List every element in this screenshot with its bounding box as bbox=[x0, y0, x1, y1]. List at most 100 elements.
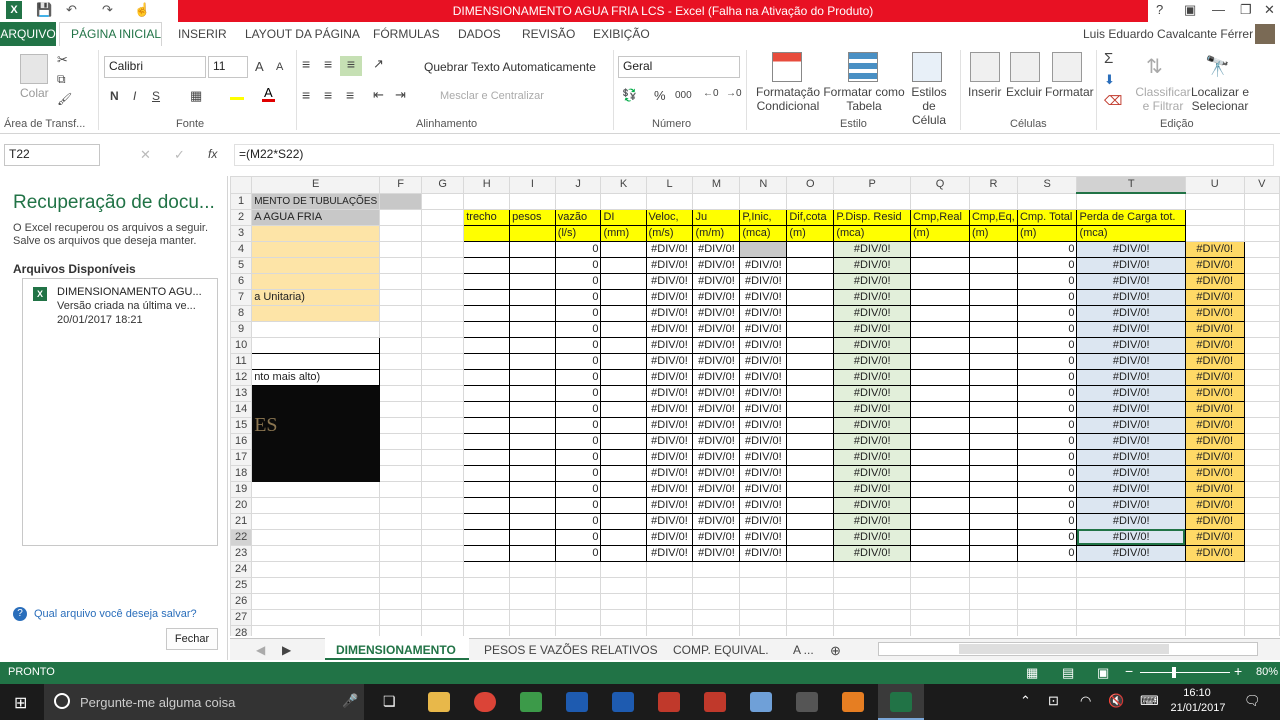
cell-f15[interactable] bbox=[379, 416, 423, 434]
cell-g26[interactable] bbox=[421, 592, 465, 610]
cell-u3[interactable] bbox=[1184, 224, 1245, 242]
cell-h19[interactable] bbox=[463, 480, 511, 498]
column-header-j[interactable]: J bbox=[554, 176, 602, 194]
cell-n28[interactable] bbox=[739, 624, 788, 636]
cell-n9[interactable]: #DIV/0! bbox=[739, 320, 788, 338]
normal-view-icon[interactable]: ▦ bbox=[1026, 665, 1038, 681]
column-header-v[interactable]: V bbox=[1243, 176, 1280, 194]
cell-t22[interactable]: #DIV/0! bbox=[1076, 528, 1186, 546]
cell-r7[interactable] bbox=[968, 288, 1018, 306]
cell-s18[interactable]: 0 bbox=[1016, 464, 1078, 482]
cell-q10[interactable] bbox=[910, 336, 970, 354]
cell-u2[interactable] bbox=[1184, 208, 1245, 226]
volume-icon[interactable]: 🔇 bbox=[1108, 693, 1124, 709]
cell-q12[interactable] bbox=[910, 368, 970, 386]
cell-p12[interactable]: #DIV/0! bbox=[833, 368, 912, 386]
column-header-p[interactable]: P bbox=[833, 176, 912, 194]
cell-g9[interactable] bbox=[421, 320, 465, 338]
tab-insert[interactable]: INSERIR bbox=[178, 27, 227, 41]
cell-v6[interactable] bbox=[1243, 272, 1280, 290]
cell-g1[interactable] bbox=[421, 192, 465, 210]
cell-o8[interactable] bbox=[786, 304, 835, 322]
cell-t9[interactable]: #DIV/0! bbox=[1076, 320, 1186, 338]
sheet-tab-more[interactable]: A ... bbox=[793, 643, 814, 657]
cell-e5[interactable] bbox=[251, 256, 381, 274]
cell-q19[interactable] bbox=[910, 480, 970, 498]
cell-i28[interactable] bbox=[509, 624, 556, 636]
cell-r12[interactable] bbox=[968, 368, 1018, 386]
tab-page-layout[interactable]: LAYOUT DA PÁGINA bbox=[245, 27, 360, 41]
worksheet-grid[interactable]: E F G H I J K L M N O P Q R S T U V 1 MENTO DE TUBULAÇÕES 2 A… bbox=[230, 176, 1280, 636]
cell-r22[interactable] bbox=[968, 528, 1018, 546]
cell-r23[interactable] bbox=[968, 544, 1018, 562]
cell-u19[interactable]: #DIV/0! bbox=[1184, 480, 1245, 498]
cell-v25[interactable] bbox=[1243, 576, 1280, 594]
cell-h11[interactable] bbox=[463, 352, 511, 370]
cell-s9[interactable]: 0 bbox=[1016, 320, 1078, 338]
cell-o5[interactable] bbox=[786, 256, 835, 274]
cell-r14[interactable] bbox=[968, 400, 1018, 418]
cell-n14[interactable]: #DIV/0! bbox=[739, 400, 788, 418]
redo-icon[interactable]: ↷ bbox=[102, 2, 113, 18]
cell-h17[interactable] bbox=[463, 448, 511, 466]
wifi-icon[interactable]: ◠ bbox=[1080, 693, 1091, 709]
cell-k19[interactable] bbox=[600, 480, 647, 498]
cell-q18[interactable] bbox=[910, 464, 970, 482]
cell-k17[interactable] bbox=[600, 448, 647, 466]
cell-j8[interactable]: 0 bbox=[554, 304, 602, 322]
cell-e7[interactable]: a Unitaria) bbox=[251, 288, 381, 306]
cell-h10[interactable] bbox=[463, 336, 511, 354]
help-icon[interactable]: ? bbox=[1156, 2, 1163, 17]
cell-l11[interactable]: #DIV/0! bbox=[645, 352, 694, 370]
tab-home[interactable]: PÁGINA INICIAL bbox=[71, 27, 161, 41]
confirm-formula-icon[interactable]: ✓ bbox=[174, 147, 185, 163]
cell-l27[interactable] bbox=[645, 608, 694, 626]
cell-g10[interactable] bbox=[421, 336, 465, 354]
increase-decimal-icon[interactable]: ←0 bbox=[703, 88, 719, 99]
cell-f18[interactable] bbox=[379, 464, 423, 482]
cell-e14[interactable] bbox=[251, 400, 381, 418]
cell-f9[interactable] bbox=[379, 320, 423, 338]
cell-m5[interactable]: #DIV/0! bbox=[692, 256, 741, 274]
cell-t21[interactable]: #DIV/0! bbox=[1076, 512, 1186, 530]
cell-g7[interactable] bbox=[421, 288, 465, 306]
cell-l21[interactable]: #DIV/0! bbox=[645, 512, 694, 530]
cell-h5[interactable] bbox=[463, 256, 511, 274]
chrome-icon[interactable] bbox=[474, 692, 496, 712]
cell-o25[interactable] bbox=[786, 576, 835, 594]
sheet-tab-pesos[interactable]: PESOS E VAZÕES RELATIVOS bbox=[484, 643, 658, 657]
cell-o3[interactable]: (m) bbox=[786, 224, 835, 242]
cell-e23[interactable] bbox=[251, 544, 381, 562]
cell-e8[interactable] bbox=[251, 304, 381, 322]
font-color-icon[interactable]: A bbox=[262, 86, 275, 102]
cell-s19[interactable]: 0 bbox=[1016, 480, 1078, 498]
cell-m3[interactable]: (m/m) bbox=[692, 224, 741, 242]
cell-j7[interactable]: 0 bbox=[554, 288, 602, 306]
cell-h25[interactable] bbox=[463, 576, 511, 594]
cell-s5[interactable]: 0 bbox=[1016, 256, 1078, 274]
cell-h23[interactable] bbox=[463, 544, 511, 562]
format-table-icon[interactable] bbox=[848, 52, 878, 82]
cell-v28[interactable] bbox=[1243, 624, 1280, 636]
cell-v1[interactable] bbox=[1243, 192, 1280, 210]
cell-j6[interactable]: 0 bbox=[554, 272, 602, 290]
cell-g15[interactable] bbox=[421, 416, 465, 434]
cell-j13[interactable]: 0 bbox=[554, 384, 602, 402]
cell-s7[interactable]: 0 bbox=[1016, 288, 1078, 306]
cell-e28[interactable] bbox=[251, 624, 381, 636]
cell-s16[interactable]: 0 bbox=[1016, 432, 1078, 450]
cell-o19[interactable] bbox=[786, 480, 835, 498]
cell-h18[interactable] bbox=[463, 464, 511, 482]
cell-o13[interactable] bbox=[786, 384, 835, 402]
cell-n20[interactable]: #DIV/0! bbox=[739, 496, 788, 514]
cell-r9[interactable] bbox=[968, 320, 1018, 338]
cell-m24[interactable] bbox=[692, 560, 741, 578]
cell-f8[interactable] bbox=[379, 304, 423, 322]
cell-s3[interactable]: (m) bbox=[1016, 224, 1078, 242]
row-header[interactable]: 14 bbox=[230, 400, 253, 418]
cell-e25[interactable] bbox=[251, 576, 381, 594]
cell-n24[interactable] bbox=[739, 560, 788, 578]
cell-t16[interactable]: #DIV/0! bbox=[1076, 432, 1186, 450]
cell-g2[interactable] bbox=[421, 208, 465, 226]
cell-p15[interactable]: #DIV/0! bbox=[833, 416, 912, 434]
